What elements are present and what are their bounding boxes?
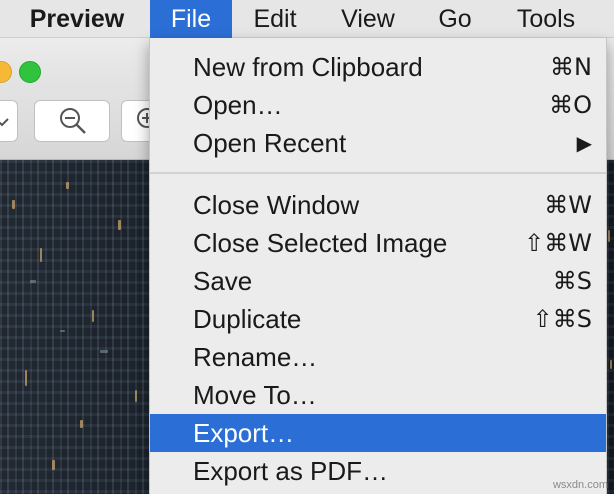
menu-item-shortcut: ⇧⌘S	[532, 305, 592, 333]
menu-item-rename[interactable]: Rename…	[150, 338, 606, 376]
menubar-tools[interactable]: Tools	[504, 0, 588, 38]
menubar-app-name[interactable]: Preview	[22, 0, 132, 38]
menu-item-label: Move To…	[193, 380, 317, 410]
zoom-out-button[interactable]	[34, 100, 110, 142]
menu-bar: Preview File Edit View Go Tools	[0, 0, 614, 38]
menu-item-save[interactable]: Save ⌘S	[150, 262, 606, 300]
menubar-edit[interactable]: Edit	[242, 0, 308, 38]
menu-item-move-to[interactable]: Move To…	[150, 376, 606, 414]
menu-item-shortcut: ⌘N	[550, 53, 592, 81]
menu-item-close-window[interactable]: Close Window ⌘W	[150, 186, 606, 224]
submenu-arrow-icon: ▶	[576, 131, 592, 155]
menu-item-open[interactable]: Open… ⌘O	[150, 86, 606, 124]
menu-item-label: New from Clipboard	[193, 52, 423, 82]
menu-item-label: Export as PDF…	[193, 456, 389, 486]
menu-item-label: Export…	[193, 418, 295, 448]
menu-item-label: Open Recent	[193, 128, 347, 158]
menu-item-label: Close Window	[193, 190, 360, 220]
menu-item-label: Rename…	[193, 342, 318, 372]
menu-item-close-selected-image[interactable]: Close Selected Image ⇧⌘W	[150, 224, 606, 262]
menu-item-duplicate[interactable]: Duplicate ⇧⌘S	[150, 300, 606, 338]
menu-item-export-as-pdf[interactable]: Export as PDF…	[150, 452, 606, 490]
menubar-file[interactable]: File	[150, 0, 232, 38]
menu-item-shortcut: ⌘S	[552, 267, 592, 295]
minimize-button[interactable]	[0, 61, 12, 83]
chevron-down-icon	[0, 118, 9, 127]
zoom-out-icon	[60, 108, 86, 134]
menu-item-export[interactable]: Export…	[150, 414, 606, 452]
menu-separator	[150, 172, 606, 174]
menu-item-shortcut: ⌘W	[544, 191, 592, 219]
menu-item-label: Close Selected Image	[193, 228, 448, 258]
file-menu-dropdown: New from Clipboard ⌘N Open… ⌘O Open Rece…	[149, 38, 607, 494]
menu-item-shortcut: ⌘O	[549, 91, 592, 119]
menubar-go[interactable]: Go	[430, 0, 480, 38]
menu-item-label: Save	[193, 266, 253, 296]
menu-item-new-from-clipboard[interactable]: New from Clipboard ⌘N	[150, 48, 606, 86]
menu-item-shortcut: ⇧⌘W	[524, 229, 592, 257]
menu-item-label: Duplicate	[193, 304, 302, 334]
view-menu-button[interactable]	[0, 100, 18, 142]
menubar-view[interactable]: View	[330, 0, 406, 38]
menu-item-label: Open…	[193, 90, 283, 120]
watermark: wsxdn.com	[552, 479, 608, 491]
menu-item-open-recent[interactable]: Open Recent ▶	[150, 124, 606, 162]
zoom-window-button[interactable]	[19, 61, 41, 83]
